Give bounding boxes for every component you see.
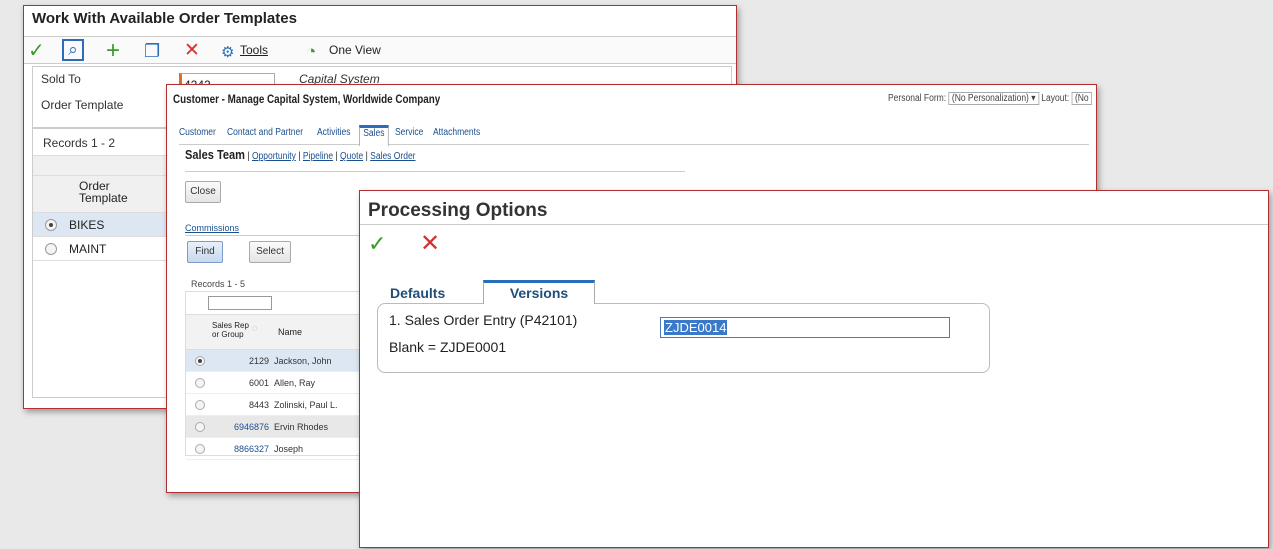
row-template-name: MAINT: [69, 242, 107, 256]
row-template-name: BIKES: [69, 218, 105, 232]
find-search-icon[interactable]: ⌕: [62, 39, 84, 61]
ok-check-icon[interactable]: ✓: [28, 40, 45, 62]
window-title: Work With Available Order Templates: [32, 10, 297, 27]
tab-versions[interactable]: Versions: [483, 280, 595, 304]
column-sales-rep[interactable]: Sales Rep or Group: [212, 321, 250, 339]
personal-form-select[interactable]: (No Personalization) ▾: [948, 92, 1039, 105]
sales-team-grid: Sales Rep or Group ◌ Name 2129 Jackson, …: [185, 291, 365, 460]
blank-default-note: Blank = ZJDE0001: [389, 339, 507, 355]
grid-filter-row: [33, 155, 171, 175]
personal-form-value: (No Personalization): [951, 93, 1029, 104]
templates-grid: Records 1 - 2 Order Template BIKES MAINT: [32, 128, 172, 398]
sales-rep-name: Jackson, John: [274, 356, 332, 366]
tab-service[interactable]: Service: [395, 127, 423, 138]
divider: [360, 224, 1268, 225]
personalization-bar: Personal Form: (No Personalization) ▾ La…: [887, 92, 1092, 105]
tab-sales[interactable]: Sales: [359, 125, 389, 146]
copy-icon[interactable]: ❐: [144, 40, 160, 62]
find-button[interactable]: Find: [187, 241, 223, 263]
order-template-label: Order Template: [41, 98, 124, 112]
row-radio[interactable]: [195, 356, 205, 366]
personal-form-label: Personal Form:: [887, 93, 947, 104]
version-input[interactable]: ZJDE0014: [660, 317, 950, 338]
tools-gear-icon[interactable]: ⚙: [221, 42, 234, 64]
tab-activities[interactable]: Activities: [317, 127, 351, 138]
records-count: Records 1 - 5: [191, 279, 246, 289]
filter-input[interactable]: [208, 296, 272, 310]
toolbar: ✓ ⌕ + ❐ ✕ ⚙ Tools ◔ One View: [24, 36, 736, 64]
grid-header: Order Template: [33, 175, 171, 213]
sales-rep-name: Joseph: [274, 444, 304, 454]
sales-rep-number: 8443: [248, 400, 269, 410]
table-row[interactable]: 8866327 Joseph: [186, 438, 364, 460]
row-radio[interactable]: [195, 444, 205, 454]
ok-check-icon[interactable]: ✓: [368, 231, 386, 257]
tab-defaults[interactable]: Defaults: [390, 285, 445, 301]
subnav-quote[interactable]: Quote: [340, 151, 363, 162]
one-view-chart-icon[interactable]: ◔: [306, 41, 316, 63]
sales-rep-number: 6001: [248, 378, 269, 388]
close-button[interactable]: Close: [185, 181, 221, 203]
divider: [185, 171, 685, 172]
records-count: Records 1 - 2: [43, 136, 116, 150]
tab-bar: Customer Contact and Partner Activities …: [179, 125, 1089, 146]
sales-rep-name: Ervin Rhodes: [274, 422, 329, 432]
subnav-pipeline[interactable]: Pipeline: [303, 151, 333, 162]
sales-subnav: Sales Team | Opportunity | Pipeline | Qu…: [185, 147, 416, 162]
layout-label: Layout:: [1041, 93, 1070, 104]
subnav-opportunity[interactable]: Opportunity: [252, 151, 296, 162]
sales-order-entry-label: 1. Sales Order Entry (P42101): [389, 312, 578, 328]
subnav-title: Sales Team: [185, 147, 246, 162]
window-title: Customer - Manage Capital System, Worldw…: [173, 92, 441, 106]
table-row[interactable]: 6001 Allen, Ray: [186, 372, 364, 394]
select-button[interactable]: Select: [249, 241, 291, 263]
tab-contact-and-partner[interactable]: Contact and Partner: [227, 127, 303, 138]
delete-x-icon[interactable]: ✕: [184, 40, 200, 62]
add-plus-icon[interactable]: +: [106, 39, 120, 63]
table-row[interactable]: MAINT: [33, 237, 171, 261]
table-row[interactable]: 2129 Jackson, John: [186, 350, 364, 372]
tools-menu[interactable]: Tools: [240, 43, 268, 57]
version-input-value: ZJDE0014: [664, 320, 728, 335]
sales-rep-name: Allen, Ray: [274, 378, 316, 388]
one-view-menu[interactable]: One View: [329, 43, 381, 57]
sales-rep-number: 8866327: [233, 444, 269, 454]
table-row[interactable]: 8443 Zolinski, Paul L.: [186, 394, 364, 416]
sales-rep-number: 6946876: [233, 422, 269, 432]
processing-options-window: Processing Options ✓ ✕ Defaults Versions…: [359, 190, 1269, 548]
sales-rep-number: 2129: [248, 356, 269, 366]
table-row[interactable]: 6946876 Ervin Rhodes: [186, 416, 364, 438]
sold-to-label: Sold To: [41, 72, 81, 86]
table-row[interactable]: BIKES: [33, 213, 171, 237]
commissions-link[interactable]: Commissions: [185, 223, 239, 233]
column-name[interactable]: Name: [278, 327, 302, 337]
row-radio[interactable]: [45, 219, 57, 231]
sales-rep-name: Zolinski, Paul L.: [274, 400, 338, 410]
tab-customer[interactable]: Customer: [179, 127, 216, 138]
column-order-template[interactable]: Order Template: [79, 180, 149, 204]
versions-panel: 1. Sales Order Entry (P42101) ZJDE0014 B…: [377, 303, 990, 373]
row-radio[interactable]: [195, 400, 205, 410]
grid-header: Sales Rep or Group ◌ Name: [186, 314, 364, 350]
row-radio[interactable]: [195, 378, 205, 388]
cancel-x-icon[interactable]: ✕: [420, 229, 440, 258]
divider: [185, 235, 365, 236]
sort-icon: ◌: [252, 323, 258, 333]
row-radio[interactable]: [195, 422, 205, 432]
tab-attachments[interactable]: Attachments: [433, 127, 480, 138]
layout-select[interactable]: (No: [1071, 92, 1092, 105]
subnav-sales-order[interactable]: Sales Order: [370, 151, 415, 162]
window-title: Processing Options: [368, 200, 548, 221]
row-radio[interactable]: [45, 243, 57, 255]
